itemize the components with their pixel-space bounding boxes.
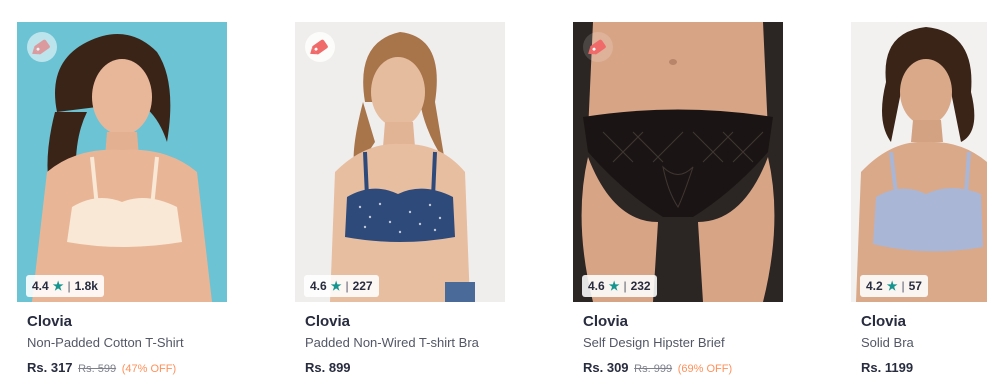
discount-percent: (69% OFF) [677,363,733,375]
model-image [17,22,227,302]
rating-value: 4.6 [310,279,327,293]
product-name: Non-Padded Cotton T-Shirt [27,335,184,350]
product-brand: Clovia [861,313,907,330]
product-info[interactable]: Clovia Padded Non-Wired T-shirt Bra Rs. … [295,302,505,378]
rating-value: 4.4 [32,279,49,293]
price-tag-icon [589,38,607,56]
original-price: Rs. 599 [78,363,117,375]
star-icon: ★ [608,279,620,293]
wishlist-tag-button[interactable] [27,32,57,62]
product-price: Rs. 1199 [861,358,987,378]
separator: | [623,279,627,293]
product-card[interactable]: 4.4 ★ | 1.8k Clovia Non-Padded Cotton T-… [17,22,227,382]
rating-value: 4.2 [866,279,883,293]
product-price: Rs. 317 Rs. 599 (47% OFF) [27,358,227,378]
price-tag-icon [33,38,51,56]
product-price: Rs. 899 [305,358,505,378]
product-card[interactable]: 4.2 ★ | 57 Clovia Solid Bra Rs. 1199 [851,22,987,382]
model-image [573,22,783,302]
discount-percent: (47% OFF) [121,363,177,375]
product-name: Padded Non-Wired T-shirt Bra [305,335,479,350]
product-image[interactable]: 4.6 ★ | 232 [573,22,783,302]
star-icon: ★ [52,279,64,293]
product-grid: 4.4 ★ | 1.8k Clovia Non-Padded Cotton T-… [0,0,987,389]
separator: | [901,279,905,293]
discounted-price: Rs. 1199 [861,360,914,375]
product-name: Solid Bra [861,335,914,350]
product-price: Rs. 309 Rs. 999 (69% OFF) [583,358,783,378]
rating-badge: 4.4 ★ | 1.8k [26,275,104,297]
product-card[interactable]: 4.6 ★ | 232 Clovia Self Design Hipster B… [573,22,783,382]
product-image[interactable]: 4.6 ★ | 227 [295,22,505,302]
model-image [295,22,505,302]
model-image [851,22,987,302]
separator: | [345,279,349,293]
product-info[interactable]: Clovia Non-Padded Cotton T-Shirt Rs. 317… [17,302,227,378]
discounted-price: Rs. 309 [583,360,629,375]
rating-badge: 4.6 ★ | 227 [304,275,379,297]
product-brand: Clovia [305,313,351,330]
product-info[interactable]: Clovia Solid Bra Rs. 1199 [851,302,987,378]
discounted-price: Rs. 899 [305,360,351,375]
rating-badge: 4.2 ★ | 57 [860,275,928,297]
rating-count: 1.8k [74,279,98,293]
rating-value: 4.6 [588,279,605,293]
product-image[interactable]: 4.4 ★ | 1.8k [17,22,227,302]
product-image[interactable]: 4.2 ★ | 57 [851,22,987,302]
wishlist-tag-button[interactable] [305,32,335,62]
star-icon: ★ [330,279,342,293]
wishlist-tag-button[interactable] [583,32,613,62]
discounted-price: Rs. 317 [27,360,73,375]
product-brand: Clovia [27,313,73,330]
rating-badge: 4.6 ★ | 232 [582,275,657,297]
rating-count: 232 [630,279,651,293]
price-tag-icon [311,38,329,56]
product-name: Self Design Hipster Brief [583,335,725,350]
product-info[interactable]: Clovia Self Design Hipster Brief Rs. 309… [573,302,783,378]
star-icon: ★ [886,279,898,293]
product-brand: Clovia [583,313,629,330]
original-price: Rs. 999 [634,363,673,375]
product-card[interactable]: 4.6 ★ | 227 Clovia Padded Non-Wired T-sh… [295,22,505,382]
rating-count: 227 [352,279,373,293]
rating-count: 57 [908,279,922,293]
separator: | [67,279,71,293]
